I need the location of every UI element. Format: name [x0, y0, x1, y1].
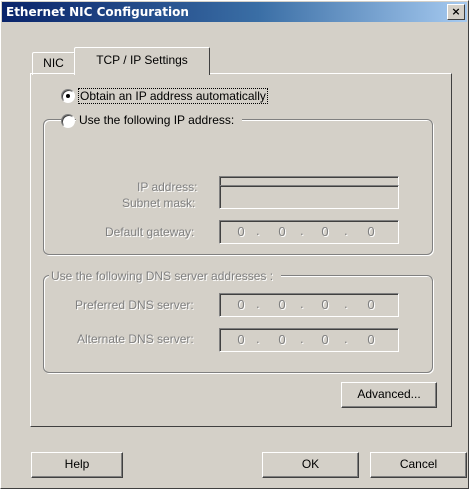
tab-tcp-ip-settings[interactable]: TCP / IP Settings	[74, 47, 210, 75]
dns-dot: .	[300, 296, 304, 311]
dns-octet: 0	[237, 297, 245, 312]
dns-group-label: Use the following DNS server addresses :	[49, 269, 282, 283]
cancel-button-label: Cancel	[399, 457, 438, 471]
dns-dot: .	[344, 296, 348, 311]
use-following-ip-label[interactable]: Use the following IP address:	[76, 113, 243, 127]
close-icon: ×	[451, 5, 461, 18]
dns-dot: .	[344, 331, 348, 346]
dns-octet: 0	[237, 332, 245, 347]
close-button[interactable]: ×	[447, 4, 465, 20]
dns-octet: 0	[321, 332, 329, 347]
default-gateway-label: Default gateway:	[105, 225, 195, 239]
subnet-mask-label: Subnet mask:	[122, 196, 196, 210]
tab-nic-label: NIC	[43, 56, 64, 70]
dns-octet: 0	[278, 297, 286, 312]
dns-octet: 0	[367, 332, 375, 347]
title-bar: Ethernet NIC Configuration ×	[2, 2, 467, 22]
default-gateway-field[interactable]: 0 . 0 . 0 . 0	[219, 220, 399, 244]
dns-octet: 0	[367, 297, 375, 312]
dns-dot: .	[256, 296, 260, 311]
gateway-octet: 0	[321, 224, 329, 239]
dns-dot: .	[300, 331, 304, 346]
cancel-button[interactable]: Cancel	[370, 452, 467, 478]
gateway-dot: .	[256, 223, 260, 238]
tab-tcp-ip-settings-label: TCP / IP Settings	[96, 53, 188, 67]
alternate-dns-field[interactable]: 0 . 0 . 0 . 0	[219, 328, 399, 352]
dns-group	[43, 275, 433, 373]
gateway-octet: 0	[367, 224, 375, 239]
dns-octet: 0	[321, 297, 329, 312]
window-title: Ethernet NIC Configuration	[6, 5, 189, 19]
use-following-ip-radio[interactable]	[61, 114, 75, 128]
gateway-octet: 0	[237, 224, 245, 239]
gateway-dot: .	[300, 223, 304, 238]
advanced-button-label: Advanced...	[357, 387, 421, 401]
help-button[interactable]: Help	[31, 452, 123, 478]
preferred-dns-label: Preferred DNS server:	[75, 298, 194, 312]
preferred-dns-field[interactable]: 0 . 0 . 0 . 0	[219, 293, 399, 317]
tab-nic[interactable]: NIC	[32, 52, 75, 75]
gateway-octet: 0	[278, 224, 286, 239]
ethernet-config-dialog: Ethernet NIC Configuration × NIC TCP / I…	[0, 0, 469, 489]
help-button-label: Help	[64, 457, 90, 471]
advanced-button[interactable]: Advanced...	[341, 382, 437, 408]
alternate-dns-label: Alternate DNS server:	[77, 332, 194, 346]
radio-selected-dot	[66, 94, 70, 98]
subnet-mask-field[interactable]	[219, 185, 399, 209]
gateway-dot: .	[344, 223, 348, 238]
obtain-ip-auto-label[interactable]: Obtain an IP address automatically	[78, 88, 268, 104]
ok-button-label: OK	[301, 457, 320, 471]
dns-octet: 0	[278, 332, 286, 347]
obtain-ip-auto-radio[interactable]	[61, 89, 75, 103]
ip-address-label: IP address:	[137, 180, 198, 194]
dns-dot: .	[256, 331, 260, 346]
ok-button[interactable]: OK	[262, 452, 359, 478]
